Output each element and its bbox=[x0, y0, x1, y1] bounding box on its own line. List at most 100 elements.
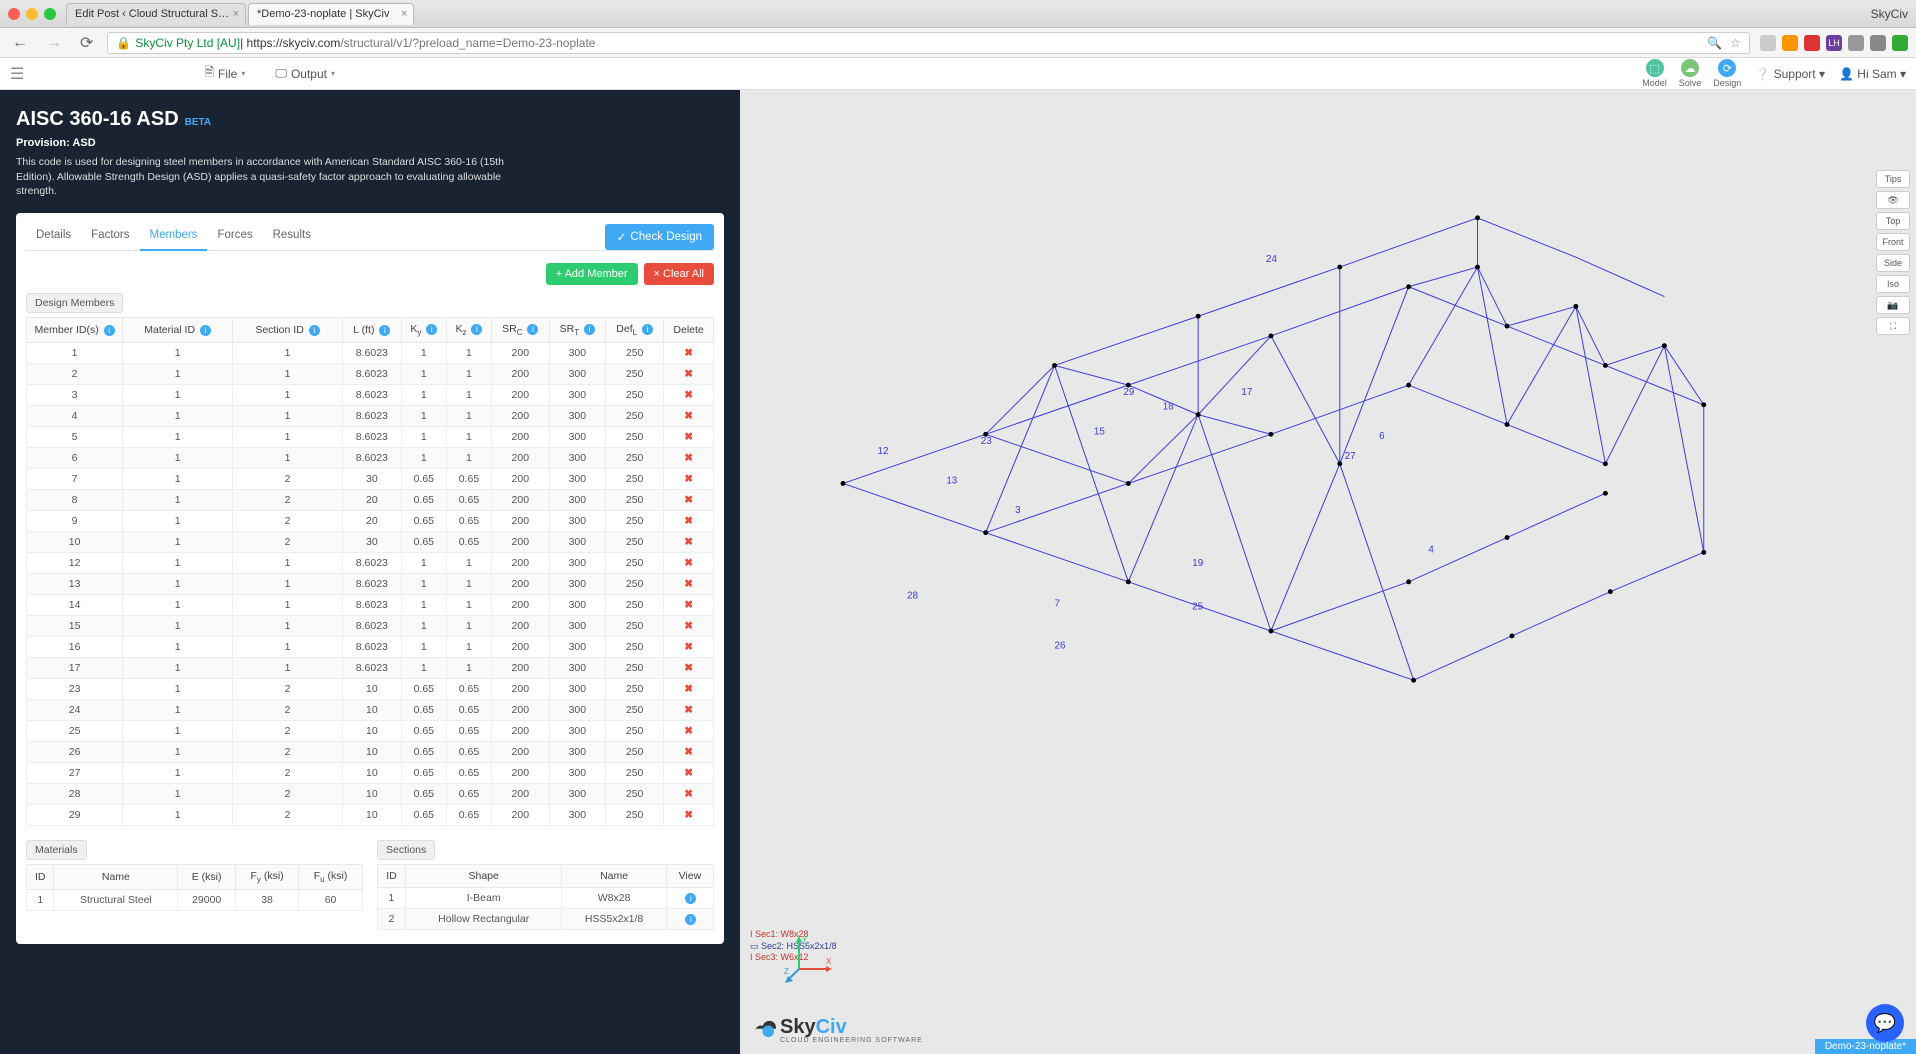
mode-model[interactable]: ⬚Model bbox=[1642, 59, 1667, 88]
tab-close-icon[interactable]: × bbox=[233, 8, 239, 20]
file-menu[interactable]: 🗎 File ▾ bbox=[204, 63, 245, 84]
table-row[interactable]: 912200.650.65200300250✖ bbox=[27, 511, 714, 532]
table-row[interactable]: 812200.650.65200300250✖ bbox=[27, 490, 714, 511]
delete-icon[interactable]: ✖ bbox=[684, 368, 693, 380]
reload-icon[interactable]: ⟳ bbox=[76, 33, 97, 53]
browser-tab-1[interactable]: Edit Post ‹ Cloud Structural S… × bbox=[66, 3, 246, 25]
tab-members[interactable]: Members bbox=[140, 223, 208, 251]
delete-icon[interactable]: ✖ bbox=[684, 599, 693, 611]
table-row[interactable]: 712300.650.65200300250✖ bbox=[27, 469, 714, 490]
back-icon[interactable]: ← bbox=[8, 34, 32, 52]
browser-tab-2[interactable]: *Demo-23-noplate | SkyCiv × bbox=[248, 3, 414, 25]
table-row[interactable]: 4118.602311200300250✖ bbox=[27, 406, 714, 427]
table-row[interactable]: 15118.602311200300250✖ bbox=[27, 616, 714, 637]
delete-icon[interactable]: ✖ bbox=[684, 746, 693, 758]
output-menu[interactable]: 🖵 Output ▾ bbox=[275, 66, 335, 81]
ext-icon[interactable] bbox=[1760, 35, 1776, 51]
tab-forces[interactable]: Forces bbox=[207, 223, 262, 250]
delete-icon[interactable]: ✖ bbox=[684, 578, 693, 590]
chat-icon[interactable]: 💬 bbox=[1866, 1004, 1904, 1042]
table-row[interactable]: 2612100.650.65200300250✖ bbox=[27, 742, 714, 763]
delete-icon[interactable]: ✖ bbox=[684, 641, 693, 653]
delete-icon[interactable]: ✖ bbox=[684, 809, 693, 821]
ext-icon[interactable] bbox=[1848, 35, 1864, 51]
view-icon[interactable]: i bbox=[685, 893, 696, 904]
view-icon[interactable]: i bbox=[685, 914, 696, 925]
forward-icon[interactable]: → bbox=[42, 34, 66, 52]
delete-icon[interactable]: ✖ bbox=[684, 347, 693, 359]
delete-icon[interactable]: ✖ bbox=[684, 683, 693, 695]
delete-icon[interactable]: ✖ bbox=[684, 515, 693, 527]
delete-icon[interactable]: ✖ bbox=[684, 431, 693, 443]
delete-icon[interactable]: ✖ bbox=[684, 494, 693, 506]
info-icon[interactable]: i bbox=[584, 324, 595, 335]
info-icon[interactable]: i bbox=[309, 325, 320, 336]
table-row[interactable]: 2312100.650.65200300250✖ bbox=[27, 679, 714, 700]
view-btn-top[interactable]: Top bbox=[1876, 212, 1910, 230]
view-btn-👁[interactable]: 👁 bbox=[1876, 191, 1910, 209]
minimize-window-icon[interactable] bbox=[26, 8, 38, 20]
tab-details[interactable]: Details bbox=[26, 223, 81, 250]
delete-icon[interactable]: ✖ bbox=[684, 788, 693, 800]
view-btn-tips[interactable]: Tips bbox=[1876, 170, 1910, 188]
support-menu[interactable]: ❔ Support ▾ bbox=[1755, 67, 1825, 81]
delete-icon[interactable]: ✖ bbox=[684, 725, 693, 737]
info-icon[interactable]: i bbox=[104, 325, 115, 336]
ext-icon[interactable] bbox=[1782, 35, 1798, 51]
delete-icon[interactable]: ✖ bbox=[684, 557, 693, 569]
add-member-button[interactable]: + Add Member bbox=[546, 263, 638, 285]
user-menu[interactable]: 👤 Hi Sam ▾ bbox=[1839, 67, 1906, 81]
search-in-page-icon[interactable]: 🔍 bbox=[1707, 36, 1722, 50]
info-icon[interactable]: i bbox=[426, 324, 437, 335]
table-row[interactable]: 3118.602311200300250✖ bbox=[27, 385, 714, 406]
bookmark-icon[interactable]: ☆ bbox=[1730, 36, 1741, 50]
table-row[interactable]: 2812100.650.65200300250✖ bbox=[27, 784, 714, 805]
info-icon[interactable]: i bbox=[527, 324, 538, 335]
table-row[interactable]: 13118.602311200300250✖ bbox=[27, 574, 714, 595]
tab-factors[interactable]: Factors bbox=[81, 223, 139, 250]
info-icon[interactable]: i bbox=[379, 325, 390, 336]
table-row[interactable]: 1I-BeamW8x28i bbox=[378, 888, 714, 909]
check-design-button[interactable]: ✓ Check Design bbox=[605, 224, 714, 250]
tab-results[interactable]: Results bbox=[263, 223, 321, 250]
info-icon[interactable]: i bbox=[642, 324, 653, 335]
ext-icon[interactable]: LH bbox=[1826, 35, 1842, 51]
table-row[interactable]: 1 Structural Steel 29000 38 60 bbox=[27, 890, 363, 911]
table-row[interactable]: 16118.602311200300250✖ bbox=[27, 637, 714, 658]
table-row[interactable]: 2912100.650.65200300250✖ bbox=[27, 805, 714, 826]
delete-icon[interactable]: ✖ bbox=[684, 704, 693, 716]
menu-icon[interactable]: ☰ bbox=[10, 64, 24, 84]
view-btn-side[interactable]: Side bbox=[1876, 254, 1910, 272]
ext-icon[interactable] bbox=[1870, 35, 1886, 51]
view-btn-front[interactable]: Front bbox=[1876, 233, 1910, 251]
info-icon[interactable]: i bbox=[200, 325, 211, 336]
table-row[interactable]: 1118.602311200300250✖ bbox=[27, 343, 714, 364]
delete-icon[interactable]: ✖ bbox=[684, 452, 693, 464]
table-row[interactable]: 6118.602311200300250✖ bbox=[27, 448, 714, 469]
url-input[interactable]: 🔒 SkyCiv Pty Ltd [AU] | https://skyciv.c… bbox=[107, 32, 1750, 54]
delete-icon[interactable]: ✖ bbox=[684, 389, 693, 401]
table-row[interactable]: 17118.602311200300250✖ bbox=[27, 658, 714, 679]
delete-icon[interactable]: ✖ bbox=[684, 410, 693, 422]
view-btn-📷[interactable]: 📷 bbox=[1876, 296, 1910, 314]
table-row[interactable]: 14118.602311200300250✖ bbox=[27, 595, 714, 616]
table-row[interactable]: 2512100.650.65200300250✖ bbox=[27, 721, 714, 742]
delete-icon[interactable]: ✖ bbox=[684, 662, 693, 674]
view-btn-iso[interactable]: Iso bbox=[1876, 275, 1910, 293]
delete-icon[interactable]: ✖ bbox=[684, 767, 693, 779]
ext-icon[interactable] bbox=[1804, 35, 1820, 51]
table-row[interactable]: 5118.602311200300250✖ bbox=[27, 427, 714, 448]
table-row[interactable]: 12118.602311200300250✖ bbox=[27, 553, 714, 574]
ext-icon[interactable] bbox=[1892, 35, 1908, 51]
view-btn-⛶[interactable]: ⛶ bbox=[1876, 317, 1910, 335]
table-row[interactable]: 2Hollow RectangularHSS5x2x1/8i bbox=[378, 909, 714, 930]
mode-solve[interactable]: ☁Solve bbox=[1679, 59, 1702, 88]
clear-all-button[interactable]: × Clear All bbox=[644, 263, 714, 285]
table-row[interactable]: 2118.602311200300250✖ bbox=[27, 364, 714, 385]
table-row[interactable]: 2712100.650.65200300250✖ bbox=[27, 763, 714, 784]
close-window-icon[interactable] bbox=[8, 8, 20, 20]
delete-icon[interactable]: ✖ bbox=[684, 620, 693, 632]
table-row[interactable]: 2412100.650.65200300250✖ bbox=[27, 700, 714, 721]
tab-close-icon[interactable]: × bbox=[401, 8, 407, 20]
mode-design[interactable]: ⟳Design bbox=[1713, 59, 1741, 88]
